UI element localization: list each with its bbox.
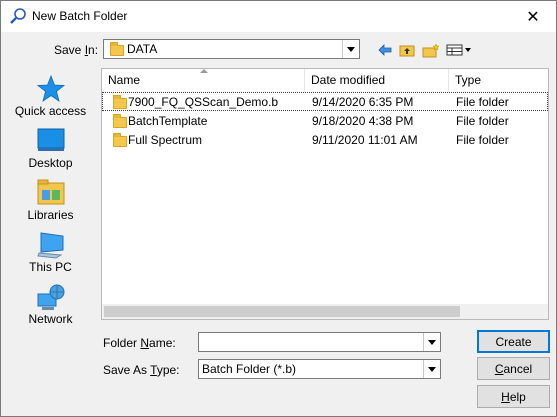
scrollbar-thumb[interactable] — [104, 306, 460, 317]
column-header-date-modified[interactable]: Date modified — [305, 69, 449, 92]
view-menu-icon — [446, 44, 471, 56]
file-name: 7900_FQ_QSScan_Demo.b — [128, 95, 279, 109]
create-button[interactable]: Create — [477, 330, 550, 353]
save-as-type-dropdown[interactable]: Batch Folder (*.b) — [198, 359, 441, 379]
save-as-type-value: Batch Folder (*.b) — [202, 362, 297, 376]
column-header-name[interactable]: Name — [102, 69, 305, 92]
place-libraries[interactable]: Libraries — [7, 178, 94, 228]
table-row[interactable]: Full Spectrum 9/11/2020 11:01 AM File fo… — [102, 130, 548, 149]
place-label: Desktop — [28, 156, 73, 170]
libraries-icon — [37, 179, 65, 205]
place-label: This PC — [29, 260, 72, 274]
dropdown-arrow[interactable] — [342, 40, 359, 58]
place-label: Quick access — [14, 104, 87, 118]
chevron-down-icon — [347, 46, 355, 52]
new-folder-icon — [422, 42, 440, 57]
sort-ascending-icon — [200, 69, 208, 73]
file-type: File folder — [456, 114, 509, 128]
place-network[interactable]: Network — [7, 282, 94, 332]
this-pc-icon — [37, 232, 64, 259]
place-label: Libraries — [27, 208, 74, 222]
save-in-label: Save In: — [54, 43, 99, 57]
back-arrow-icon — [378, 44, 392, 56]
chevron-down-icon — [428, 339, 436, 345]
folder-icon — [113, 114, 127, 128]
folder-icon — [113, 95, 127, 109]
save-as-type-label: Save As Type: — [103, 363, 180, 377]
column-header-type[interactable]: Type — [449, 69, 548, 92]
create-new-folder-button[interactable] — [421, 41, 441, 59]
folder-name-label: Folder Name: — [103, 336, 176, 350]
folder-name-combobox[interactable] — [198, 332, 441, 352]
up-one-level-button[interactable] — [398, 41, 416, 59]
app-icon — [10, 8, 26, 24]
file-date: 9/14/2020 6:35 PM — [312, 95, 414, 109]
dropdown-arrow[interactable] — [423, 360, 440, 378]
help-button[interactable]: Help — [477, 385, 550, 408]
place-quick-access[interactable]: Quick access — [7, 74, 94, 124]
file-date: 9/18/2020 4:38 PM — [312, 114, 414, 128]
table-row[interactable]: 7900_FQ_QSScan_Demo.b 9/14/2020 6:35 PM … — [102, 92, 548, 111]
folder-icon — [110, 42, 124, 56]
new-batch-folder-dialog: New Batch Folder ✕ Save In: DATA Quick a… — [0, 0, 557, 417]
file-date: 9/11/2020 11:01 AM — [312, 133, 418, 147]
back-button[interactable] — [376, 41, 394, 59]
file-list[interactable]: Name Date modified Type 7900_FQ_QSScan_D… — [101, 68, 549, 320]
close-icon: ✕ — [526, 8, 540, 26]
network-icon — [37, 284, 65, 310]
file-name: BatchTemplate — [128, 114, 208, 128]
horizontal-scrollbar[interactable] — [102, 304, 548, 319]
close-button[interactable]: ✕ — [510, 1, 556, 32]
up-folder-icon — [399, 45, 415, 57]
file-name: Full Spectrum — [128, 133, 203, 147]
window-title: New Batch Folder — [32, 9, 128, 23]
dropdown-arrow[interactable] — [423, 333, 440, 351]
view-menu-button[interactable] — [445, 41, 473, 59]
quick-access-star-icon — [36, 74, 66, 102]
title-bar: New Batch Folder ✕ — [1, 1, 556, 32]
table-row[interactable]: BatchTemplate 9/18/2020 4:38 PM File fol… — [102, 111, 548, 130]
save-in-dropdown[interactable]: DATA — [103, 39, 360, 59]
cancel-button[interactable]: Cancel — [477, 357, 550, 380]
folder-icon — [113, 133, 127, 147]
places-bar: Quick access Desktop Libraries This PC N… — [7, 68, 94, 336]
file-type: File folder — [456, 95, 509, 109]
place-this-pc[interactable]: This PC — [7, 230, 94, 280]
place-desktop[interactable]: Desktop — [7, 126, 94, 176]
desktop-icon — [37, 128, 65, 151]
save-in-value: DATA — [127, 42, 158, 56]
place-label: Network — [28, 312, 73, 326]
chevron-down-icon — [428, 366, 436, 372]
file-type: File folder — [456, 133, 509, 147]
